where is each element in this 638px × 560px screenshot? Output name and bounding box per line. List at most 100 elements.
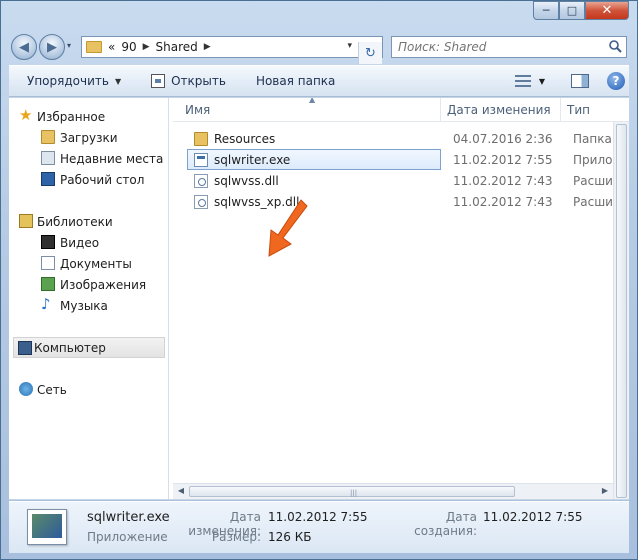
file-thumbnail-icon	[27, 509, 67, 545]
sidebar-item-libraries[interactable]: Библиотеки	[9, 211, 169, 232]
sidebar-item-recent-places[interactable]: Недавние места	[9, 148, 169, 169]
maximize-button[interactable]: □	[559, 1, 585, 20]
scroll-left-arrow[interactable]: ◀	[175, 486, 187, 495]
details-created-value: 11.02.2012 7:55	[483, 510, 583, 524]
back-arrow-icon: ◀	[19, 39, 29, 55]
column-header-name[interactable]: Имя ▲	[179, 98, 441, 122]
change-view-icon[interactable]	[514, 75, 531, 87]
file-name: sqlwriter.exe	[214, 152, 291, 167]
details-file-type: Приложение	[87, 530, 168, 544]
file-row[interactable]: Resources 04.07.2016 2:36 Папка с файлам…	[179, 128, 629, 149]
dll-icon	[194, 195, 208, 209]
address-bar[interactable]: « 90 ▶ Shared ▶ ▾ ↻	[81, 36, 383, 64]
scroll-grip-icon: |||	[350, 489, 358, 497]
navigation-pane: ★ Избранное Загрузки Недавние места Рабо…	[9, 98, 169, 499]
view-options-dropdown[interactable]: ▼	[539, 77, 545, 86]
search-icon[interactable]	[608, 39, 622, 57]
new-folder-button[interactable]: Новая папка	[256, 74, 335, 88]
file-name-cell[interactable]: Resources	[187, 128, 441, 149]
file-list-pane: Имя ▲ Дата изменения Тип Resources 04.07…	[173, 98, 629, 499]
computer-icon	[18, 341, 32, 355]
open-label: Открыть	[171, 74, 226, 88]
sidebar-item-documents[interactable]: Документы	[9, 253, 169, 274]
documents-library-icon	[41, 256, 55, 270]
sidebar-item-video[interactable]: Видео	[9, 232, 169, 253]
column-headers: Имя ▲ Дата изменения Тип	[173, 98, 629, 122]
favorites-group: ★ Избранное Загрузки Недавние места Рабо…	[9, 106, 169, 190]
back-button[interactable]: ◀	[11, 34, 37, 60]
dll-icon	[194, 174, 208, 188]
organize-button[interactable]: Упорядочить ▼	[27, 74, 121, 88]
sidebar-item-downloads[interactable]: Загрузки	[9, 127, 169, 148]
search-input[interactable]	[398, 40, 598, 54]
sidebar-item-network[interactable]: Сеть	[9, 379, 169, 400]
file-row[interactable]: sqlwvss_xp.dll 11.02.2012 7:43 Расширени…	[179, 191, 629, 212]
forward-button[interactable]: ▶	[39, 34, 65, 60]
sidebar-item-label: Недавние места	[60, 151, 164, 166]
file-name-cell[interactable]: sqlwvss.dll	[187, 170, 441, 191]
network-group: Сеть	[9, 379, 169, 400]
breadcrumb-separator[interactable]: ▶	[143, 42, 150, 52]
command-bar: Упорядочить ▼ Открыть Новая папка ▼ ?	[9, 65, 629, 97]
search-box[interactable]	[391, 36, 627, 58]
column-header-date-modified[interactable]: Дата изменения	[441, 98, 561, 122]
recent-places-icon	[41, 151, 55, 165]
sort-ascending-icon: ▲	[309, 98, 316, 104]
sidebar-item-label: Документы	[60, 256, 132, 271]
help-icon[interactable]: ?	[607, 72, 625, 90]
file-date: 04.07.2016 2:36	[453, 131, 553, 146]
sidebar-item-label: Загрузки	[60, 130, 118, 145]
breadcrumb-separator[interactable]: ▶	[204, 42, 211, 52]
file-row[interactable]: sqlwvss.dll 11.02.2012 7:43 Расширение п…	[179, 170, 629, 191]
details-created-label: Дата создания:	[414, 510, 477, 538]
organize-label: Упорядочить	[27, 74, 109, 88]
folder-icon	[86, 41, 102, 53]
sidebar-item-label: Рабочий стол	[60, 172, 145, 187]
column-header-label: Тип	[567, 103, 590, 117]
vertical-scroll-thumb[interactable]	[616, 124, 627, 498]
preview-pane-icon[interactable]	[571, 74, 589, 88]
address-dropdown[interactable]: ▾	[347, 41, 352, 51]
breadcrumb-overflow[interactable]: «	[108, 40, 115, 54]
refresh-icon: ↻	[365, 45, 376, 61]
sidebar-item-label: Видео	[60, 235, 100, 250]
computer-group: Компьютер	[9, 337, 169, 358]
close-button[interactable]: ✕	[585, 1, 629, 20]
recent-pages-dropdown[interactable]: ▾	[67, 41, 79, 53]
sidebar-item-music[interactable]: ♪ Музыка	[9, 295, 169, 316]
minimize-button[interactable]: ─	[533, 1, 559, 20]
sidebar-item-label: Музыка	[60, 298, 108, 313]
libraries-icon	[19, 214, 33, 228]
scroll-right-arrow[interactable]: ▶	[599, 486, 611, 495]
sidebar-item-favorites[interactable]: ★ Избранное	[9, 106, 169, 127]
file-name-cell[interactable]: sqlwriter.exe	[187, 149, 441, 170]
desktop-icon	[41, 172, 55, 186]
application-icon	[151, 74, 166, 88]
annotation-arrow-icon	[268, 199, 308, 257]
breadcrumb-item-shared[interactable]: Shared	[156, 40, 198, 54]
toolbar-right-group: ▼ ?	[501, 72, 625, 90]
details-size-value: 126 КБ	[268, 530, 312, 544]
column-header-label: Дата изменения	[447, 103, 551, 117]
open-button[interactable]: Открыть	[151, 74, 226, 88]
vertical-scrollbar[interactable]	[613, 122, 629, 499]
sidebar-item-pictures[interactable]: Изображения	[9, 274, 169, 295]
chevron-down-icon: ▼	[114, 76, 122, 86]
downloads-folder-icon	[41, 130, 55, 144]
breadcrumb-item-90[interactable]: 90	[121, 40, 136, 54]
refresh-button[interactable]: ↻	[358, 42, 382, 64]
navigation-bar: ◀ ▶ ▾ « 90 ▶ Shared ▶ ▾ ↻	[9, 31, 629, 64]
column-header-type[interactable]: Тип	[561, 98, 629, 122]
column-header-label: Имя	[185, 103, 211, 117]
file-date: 11.02.2012 7:43	[453, 173, 553, 188]
sidebar-item-computer[interactable]: Компьютер	[13, 337, 165, 358]
explorer-window: ─ □ ✕ ◀ ▶ ▾ « 90 ▶ Shared ▶ ▾ ↻ Упорядоч…	[0, 0, 638, 560]
horizontal-scrollbar[interactable]: ◀ ||| ▶	[173, 483, 613, 499]
sidebar-item-desktop[interactable]: Рабочий стол	[9, 169, 169, 190]
file-name-cell[interactable]: sqlwvss_xp.dll	[187, 191, 441, 212]
details-file-name: sqlwriter.exe	[87, 510, 170, 525]
file-row-selected[interactable]: sqlwriter.exe 11.02.2012 7:55 Приложение	[179, 149, 629, 170]
sidebar-item-label: Сеть	[37, 382, 67, 397]
file-name: Resources	[214, 131, 276, 146]
horizontal-scroll-thumb[interactable]: |||	[189, 486, 515, 497]
